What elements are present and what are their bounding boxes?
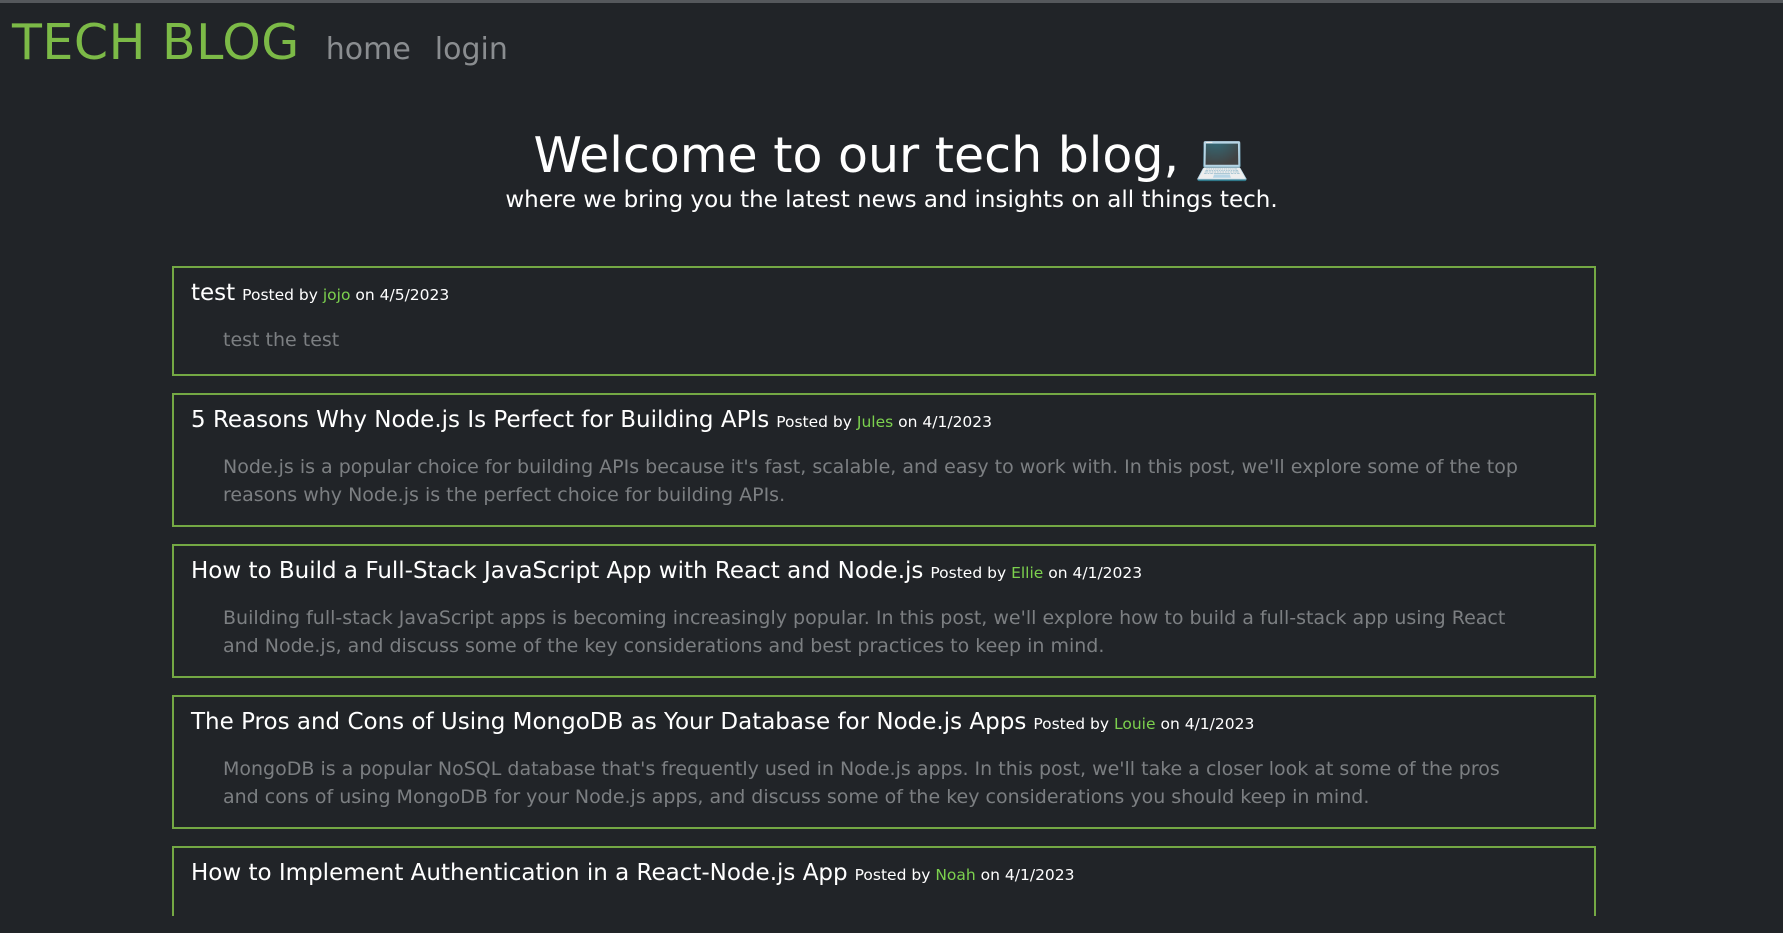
post-author-link[interactable]: Noah xyxy=(935,866,975,884)
nav-link-home[interactable]: home xyxy=(326,32,411,67)
post-date: 4/1/2023 xyxy=(1184,715,1255,733)
top-border-line xyxy=(0,0,1783,3)
top-navbar: TECH BLOG home login xyxy=(12,14,508,71)
post-author-link[interactable]: Louie xyxy=(1114,715,1156,733)
post-body: test the test xyxy=(223,329,340,351)
post-meta: Posted by jojo on 4/5/2023 xyxy=(242,286,449,304)
post-date: 4/1/2023 xyxy=(922,413,993,431)
on-label: on xyxy=(898,413,918,431)
hero-section: Welcome to our tech blog, 💻 where we bri… xyxy=(0,126,1783,215)
brand-logo-link[interactable]: TECH BLOG xyxy=(12,14,300,71)
post-list: test Posted by jojo on 4/5/2023 test the… xyxy=(172,266,1596,933)
post-card[interactable]: How to Build a Full-Stack JavaScript App… xyxy=(172,544,1596,678)
post-author-link[interactable]: Ellie xyxy=(1011,564,1043,582)
post-card[interactable]: test Posted by jojo on 4/5/2023 test the… xyxy=(172,266,1596,376)
on-label: on xyxy=(355,286,375,304)
hero-title-text: Welcome to our tech blog, xyxy=(533,127,1180,184)
hero-subtitle: where we bring you the latest news and i… xyxy=(505,187,1278,213)
posted-by-label: Posted by xyxy=(854,866,931,884)
post-card[interactable]: 5 Reasons Why Node.js Is Perfect for Bui… xyxy=(172,393,1596,527)
post-date: 4/1/2023 xyxy=(1072,564,1143,582)
post-meta: Posted by Noah on 4/1/2023 xyxy=(855,866,1075,884)
post-meta: Posted by Ellie on 4/1/2023 xyxy=(930,564,1142,582)
post-body: Building full-stack JavaScript apps is b… xyxy=(223,607,1506,657)
post-title[interactable]: The Pros and Cons of Using MongoDB as Yo… xyxy=(191,709,1026,735)
post-header: How to Implement Authentication in a Rea… xyxy=(191,860,1578,886)
nav-link-login[interactable]: login xyxy=(435,32,508,67)
laptop-icon: 💻 xyxy=(1194,132,1250,183)
post-meta: Posted by Jules on 4/1/2023 xyxy=(776,413,992,431)
posted-by-label: Posted by xyxy=(930,564,1007,582)
post-meta: Posted by Louie on 4/1/2023 xyxy=(1033,715,1254,733)
post-body: Node.js is a popular choice for building… xyxy=(223,456,1518,506)
post-title[interactable]: 5 Reasons Why Node.js Is Perfect for Bui… xyxy=(191,407,769,433)
post-date: 4/1/2023 xyxy=(1004,866,1075,884)
hero-title: Welcome to our tech blog, 💻 xyxy=(0,126,1783,188)
post-card[interactable]: How to Implement Authentication in a Rea… xyxy=(172,846,1596,916)
post-author-link[interactable]: Jules xyxy=(857,413,893,431)
posted-by-label: Posted by xyxy=(776,413,852,431)
post-title[interactable]: How to Build a Full-Stack JavaScript App… xyxy=(191,558,923,584)
posted-by-label: Posted by xyxy=(242,286,318,304)
post-header: test Posted by jojo on 4/5/2023 xyxy=(191,280,1578,306)
post-header: The Pros and Cons of Using MongoDB as Yo… xyxy=(191,709,1578,735)
post-header: How to Build a Full-Stack JavaScript App… xyxy=(191,558,1578,584)
post-title[interactable]: test xyxy=(191,280,235,306)
post-card[interactable]: The Pros and Cons of Using MongoDB as Yo… xyxy=(172,695,1596,829)
on-label: on xyxy=(1160,715,1180,733)
post-body: MongoDB is a popular NoSQL database that… xyxy=(223,758,1500,808)
posted-by-label: Posted by xyxy=(1033,715,1110,733)
post-date: 4/5/2023 xyxy=(379,286,450,304)
post-header: 5 Reasons Why Node.js Is Perfect for Bui… xyxy=(191,407,1578,433)
on-label: on xyxy=(1048,564,1068,582)
on-label: on xyxy=(980,866,1000,884)
post-author-link[interactable]: jojo xyxy=(323,286,351,304)
post-title[interactable]: How to Implement Authentication in a Rea… xyxy=(191,860,848,886)
